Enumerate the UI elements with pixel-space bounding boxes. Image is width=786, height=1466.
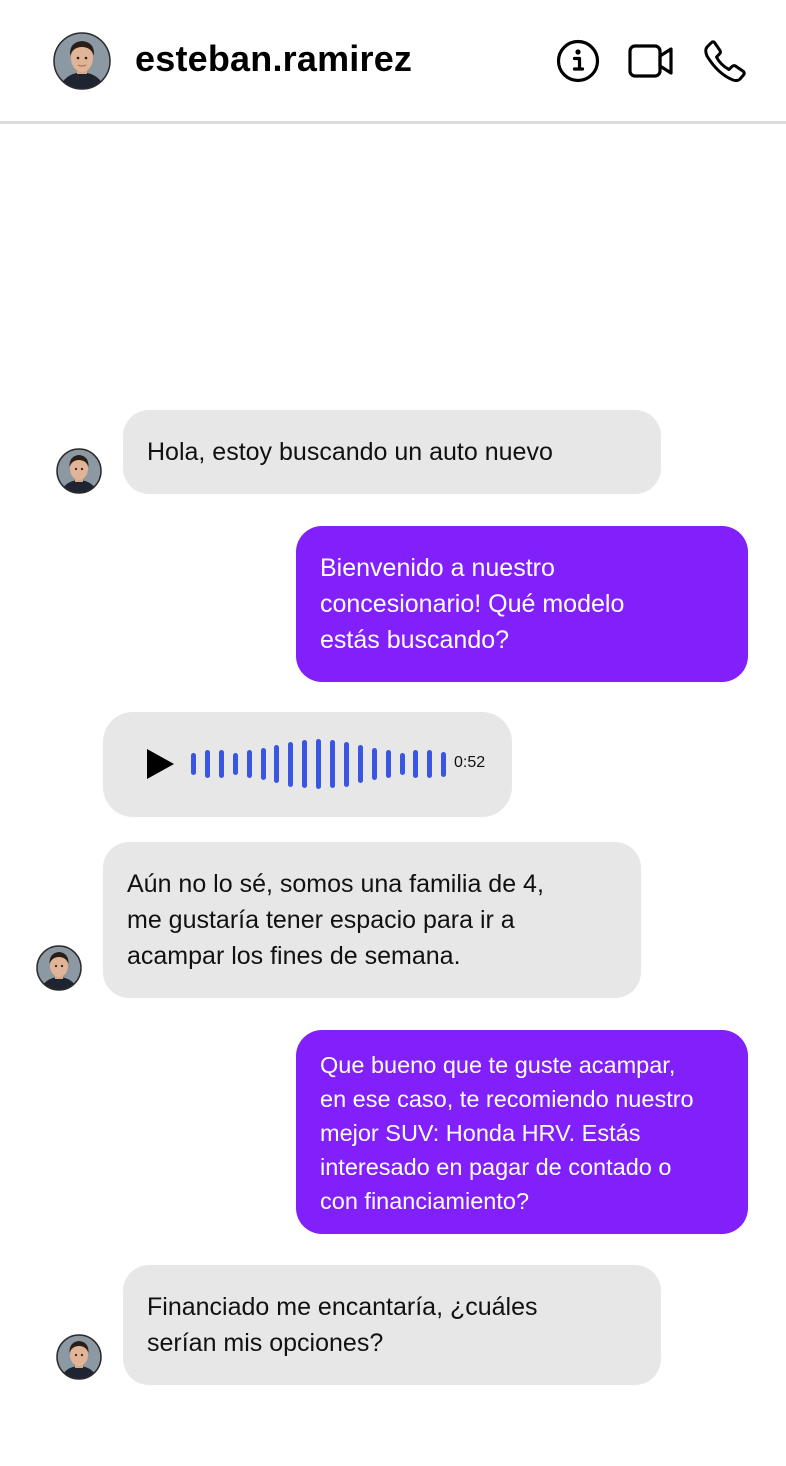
waveform-bar [399,752,405,776]
waveform-bar [427,750,433,778]
voice-waveform[interactable] [191,734,451,794]
waveform-bar [191,752,196,776]
outgoing-message-bubble[interactable]: Bienvenido a nuestro concesionario! Qué … [296,526,748,682]
waveform-bar [232,752,238,776]
waveform-bar [246,750,252,778]
message-text: Que bueno que te guste acampar, en ese c… [320,1052,694,1214]
message-text: Financiado me encantaría, ¿cuáles serían… [147,1293,538,1357]
incoming-message-bubble[interactable]: Financiado me encantaría, ¿cuáles serían… [123,1265,661,1385]
voice-duration: 0:52 [454,754,486,771]
sender-avatar[interactable] [36,945,82,991]
waveform-bar [441,751,447,777]
outgoing-message-bubble[interactable]: Que bueno que te guste acampar, en ese c… [296,1030,748,1234]
chat-header: esteban.ramirez [0,0,786,124]
waveform-bar [330,740,335,788]
voice-message-bubble[interactable]: 0:52 [103,712,512,817]
waveform-bar [385,750,391,778]
waveform-bar [274,745,280,783]
play-icon[interactable] [143,746,177,782]
incoming-message-bubble[interactable]: Aún no lo sé, somos una familia de 4, me… [103,842,641,998]
message-text: Bienvenido a nuestro concesionario! Qué … [320,554,625,654]
waveform-bar [204,750,210,778]
waveform-bar [343,741,349,787]
phone-icon[interactable] [702,38,748,84]
incoming-message-bubble[interactable]: Hola, estoy buscando un auto nuevo [123,410,661,494]
waveform-bar [316,739,322,789]
contact-avatar[interactable] [53,32,111,90]
message-text: Hola, estoy buscando un auto nuevo [147,438,553,466]
waveform-bar [260,747,266,781]
contact-username[interactable]: esteban.ramirez [135,38,412,80]
info-icon[interactable] [555,38,601,84]
waveform-bar [288,741,294,787]
video-call-icon[interactable] [628,38,674,84]
sender-avatar[interactable] [56,448,102,494]
waveform-bar [413,750,419,778]
waveform-bar [302,740,308,788]
message-text: Aún no lo sé, somos una familia de 4, me… [127,870,544,970]
waveform-bar [357,745,363,783]
sender-avatar[interactable] [56,1334,102,1380]
waveform-bar [371,747,377,781]
waveform-bar [218,750,224,778]
